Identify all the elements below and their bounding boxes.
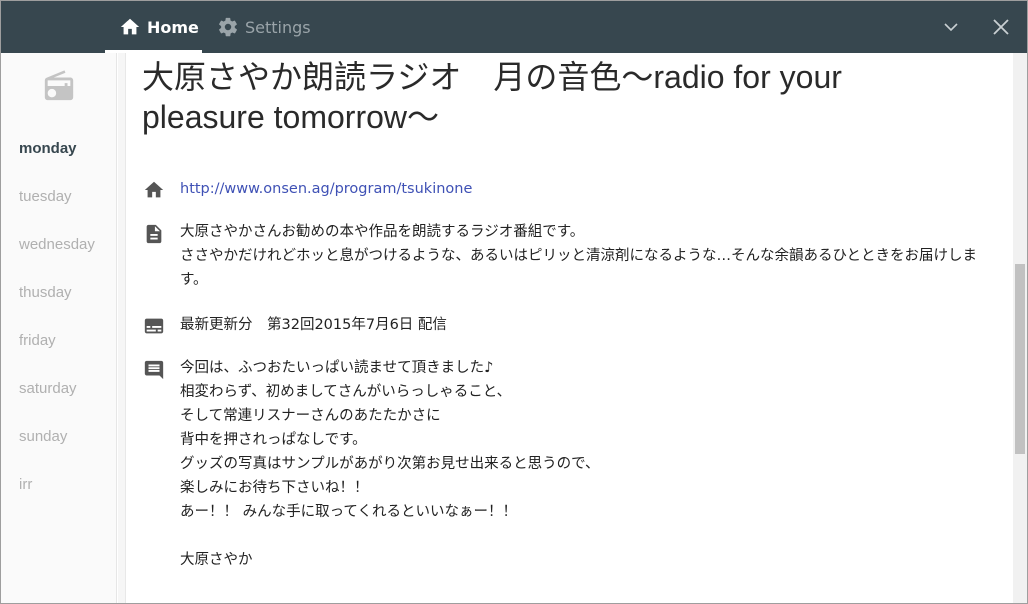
panel-divider	[118, 53, 126, 603]
message-line: 今回は、ふつおたいっぱい読ませて頂きました♪	[180, 360, 494, 376]
description-line: ささやかだけれどホッと息がつけるような、あるいはピリッと清涼剤になるような…そん…	[180, 248, 978, 264]
sidebar-item-monday[interactable]: monday	[19, 140, 77, 157]
comment-icon	[144, 360, 164, 380]
radio-icon	[44, 70, 74, 101]
sidebar-item-sunday[interactable]: sunday	[19, 428, 67, 445]
tab-settings-label: Settings	[245, 17, 311, 37]
document-icon	[146, 224, 162, 244]
minimize-button[interactable]	[935, 11, 967, 43]
scrollbar-thumb[interactable]	[1015, 264, 1025, 454]
program-detail: 大原さやか朗読ラジオ 月の音色～radio for your pleasure …	[127, 53, 1013, 603]
sidebar-item-saturday[interactable]: saturday	[19, 380, 77, 397]
message-line: 相変わらず、初めましてさんがいらっしゃること、	[180, 384, 512, 400]
home-icon	[120, 18, 140, 35]
sidebar-item-irr[interactable]: irr	[19, 476, 32, 493]
title-bar: Home Settings	[1, 1, 1027, 53]
chevron-down-icon	[944, 23, 958, 32]
message-signature: 大原さやか	[180, 552, 253, 568]
message-line: 楽しみにお待ち下さいね！！	[180, 480, 369, 496]
sidebar-item-thusday[interactable]: thusday	[19, 284, 72, 301]
subtitles-icon	[144, 318, 164, 334]
home-icon	[144, 181, 164, 198]
homepage-link[interactable]: http://www.onsen.ag/program/tsukinone	[180, 181, 472, 197]
message-line	[180, 524, 980, 548]
program-message: 今回は、ふつおたいっぱい読ませて頂きました♪ 相変わらず、初めましてさんがいらっ…	[180, 356, 980, 572]
message-line: あー！！ みんな手に取ってくれるといいなぁー！！	[180, 504, 517, 520]
close-icon	[993, 19, 1009, 35]
scrollbar[interactable]	[1013, 53, 1027, 603]
latest-update: 最新更新分 第32回2015年7月6日 配信	[180, 317, 447, 333]
sidebar: monday tuesday wednesday thusday friday …	[1, 53, 117, 603]
tab-home-label: Home	[147, 17, 199, 37]
sidebar-item-wednesday[interactable]: wednesday	[19, 236, 95, 253]
message-line: そして常連リスナーさんのあたたかさに	[180, 408, 441, 424]
sidebar-item-tuesday[interactable]: tuesday	[19, 188, 72, 205]
description-line: 大原さやかさんお勧めの本や作品を朗読するラジオ番組です。	[180, 224, 585, 240]
gear-icon	[219, 17, 237, 37]
program-description: 大原さやかさんお勧めの本や作品を朗読するラジオ番組です。 ささやかだけれどホッと…	[180, 220, 980, 292]
description-line: す。	[180, 272, 208, 288]
app-window: Home Settings monday tuesday wednesday t…	[0, 0, 1028, 604]
message-line: 背中を押されっぱなしです。	[180, 432, 367, 448]
message-line: グッズの写真はサンプルがあがり次第お見せ出来ると思うので、	[180, 456, 600, 472]
close-button[interactable]	[985, 11, 1017, 43]
program-title: 大原さやか朗読ラジオ 月の音色～radio for your pleasure …	[142, 59, 842, 135]
tab-settings[interactable]: Settings	[217, 1, 311, 53]
sidebar-item-friday[interactable]: friday	[19, 332, 56, 349]
tab-home[interactable]: Home	[105, 1, 202, 53]
